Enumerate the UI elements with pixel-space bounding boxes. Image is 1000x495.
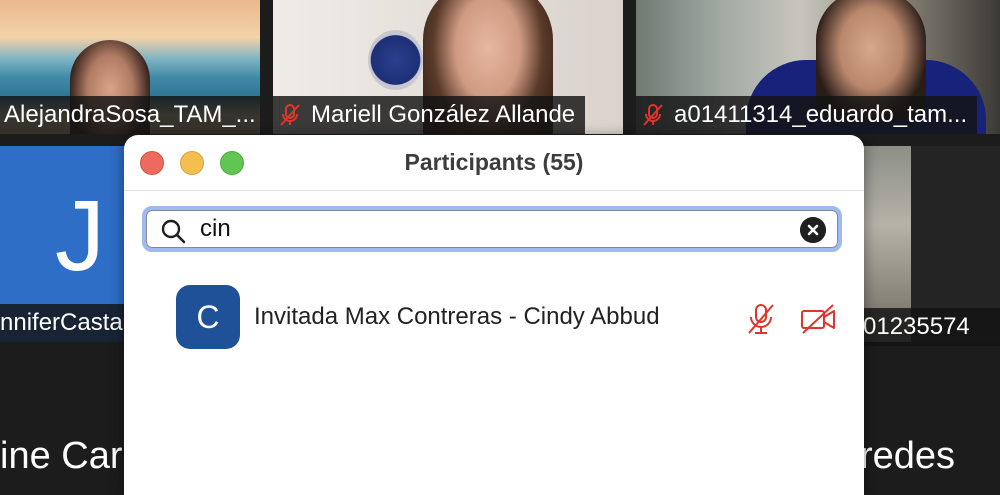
mic-off-icon[interactable] bbox=[744, 302, 778, 336]
video-tile-eduardo[interactable]: a01411314_eduardo_tam... bbox=[636, 0, 1000, 134]
video-tile-mariell[interactable]: Mariell González Allande bbox=[273, 0, 623, 134]
tile-name-label: AlejandraSosa_TAM_... bbox=[0, 96, 260, 134]
panel-title: Participants (55) bbox=[404, 149, 584, 175]
video-tile-alejandra[interactable]: AlejandraSosa_TAM_... bbox=[0, 0, 260, 134]
background-name-left: ine Caro bbox=[0, 435, 144, 477]
participant-list-item[interactable]: C Invitada Max Contreras - Cindy Abbud bbox=[124, 285, 864, 351]
video-off-icon[interactable] bbox=[800, 302, 836, 336]
mic-off-icon bbox=[643, 104, 663, 126]
tile-name-label: Mariell González Allande bbox=[273, 96, 586, 134]
tile-name: AlejandraSosa_TAM_... bbox=[4, 101, 256, 128]
panel-titlebar[interactable]: Participants (55) bbox=[124, 135, 864, 191]
background-decor bbox=[368, 30, 423, 90]
search-input[interactable] bbox=[200, 212, 790, 246]
tile-initial: J bbox=[55, 180, 105, 292]
tile-name-label: 01235574 bbox=[863, 308, 1000, 346]
tile-name-label: nniferCastañ bbox=[0, 304, 124, 342]
mic-off-icon bbox=[280, 104, 300, 126]
tile-name: a01411314_eduardo_tam... bbox=[674, 101, 968, 128]
background-name-right: redes bbox=[860, 435, 956, 477]
participant-name: Invitada Max Contreras - Cindy Abbud bbox=[254, 303, 660, 330]
video-tile-jennifer[interactable]: J nniferCastañ bbox=[0, 146, 124, 342]
search-box[interactable] bbox=[142, 206, 842, 252]
tile-name-label: a01411314_eduardo_tam... bbox=[636, 96, 978, 134]
tile-name: 01235574 bbox=[863, 313, 970, 340]
participants-panel: Participants (55) C Invitada Max Contrer… bbox=[124, 135, 864, 495]
tile-name: nniferCastañ bbox=[0, 309, 124, 336]
search-icon bbox=[161, 219, 186, 244]
avatar: C bbox=[176, 285, 240, 349]
clear-search-icon[interactable] bbox=[800, 217, 826, 243]
tile-name: Mariell González Allande bbox=[311, 101, 576, 128]
